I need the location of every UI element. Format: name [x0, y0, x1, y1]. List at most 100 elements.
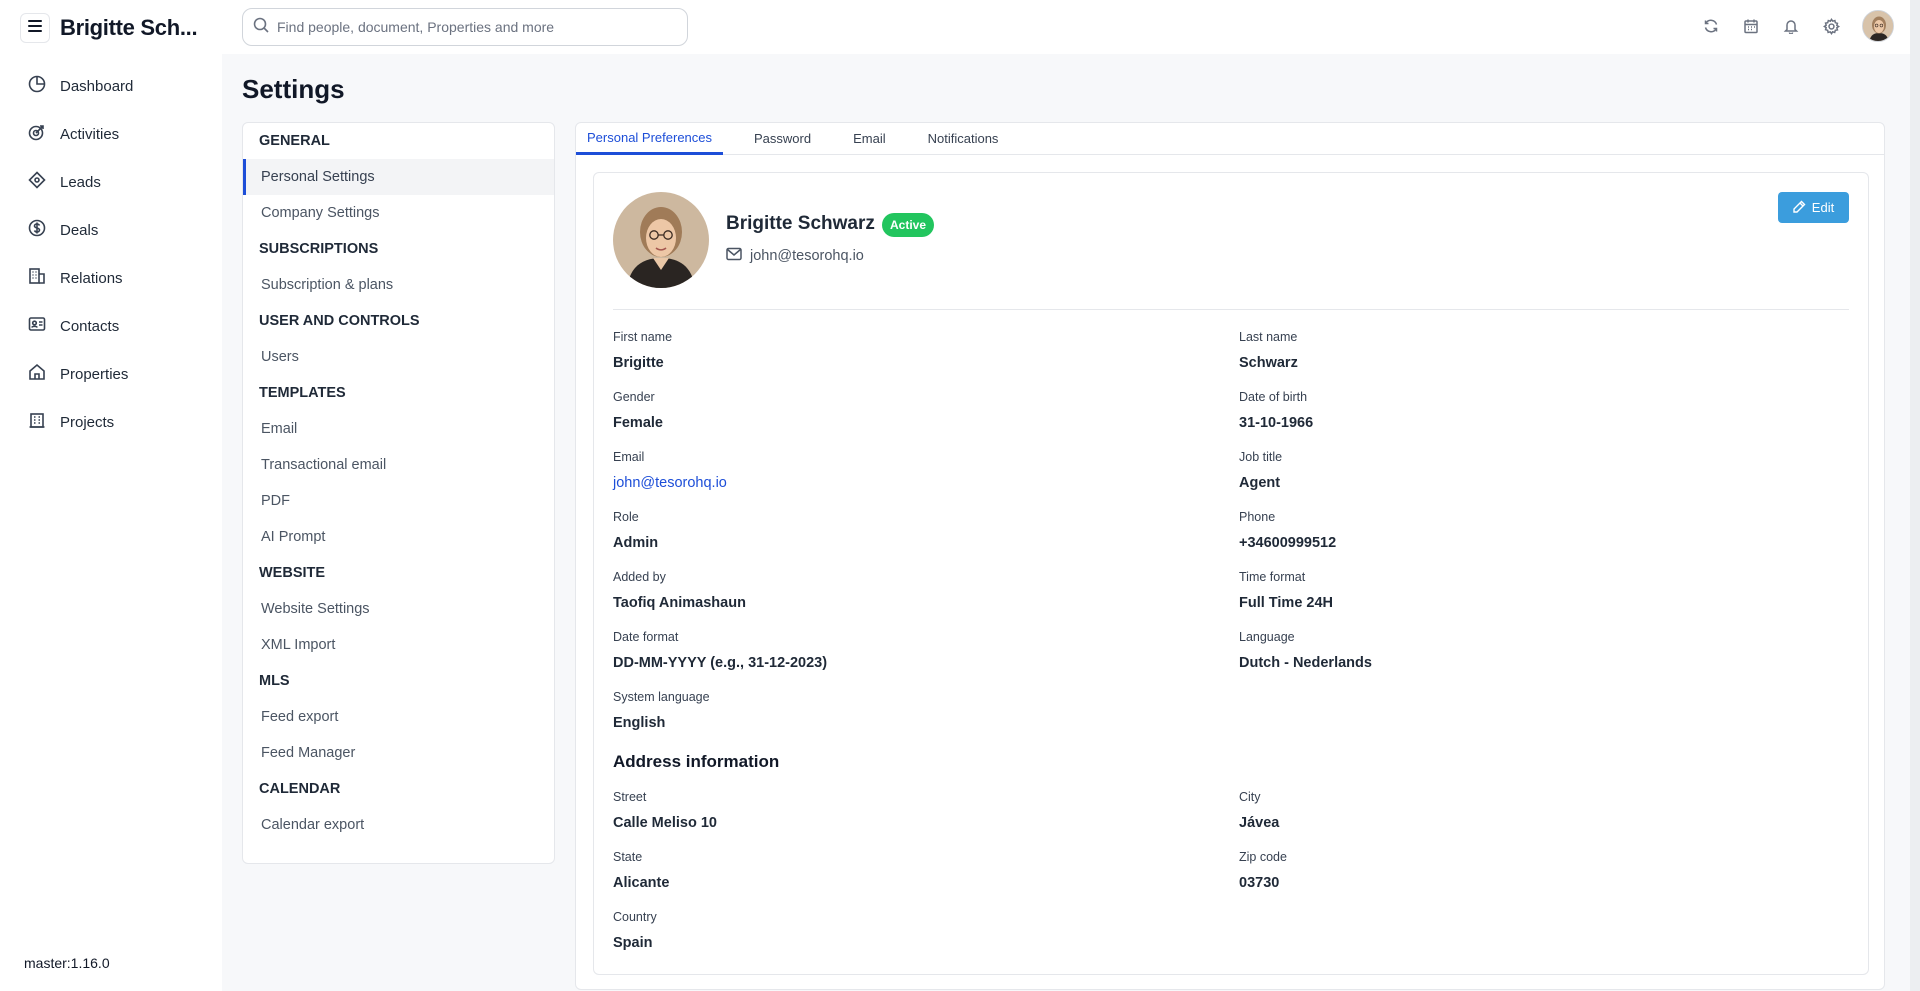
settings-item-email[interactable]: Email	[243, 411, 554, 447]
field-label: City	[1239, 790, 1261, 804]
settings-item-ai-prompt[interactable]: AI Prompt	[243, 519, 554, 555]
settings-item-calendar-export[interactable]: Calendar export	[243, 807, 554, 843]
nav-item-deals[interactable]: Deals	[28, 206, 208, 254]
nav-label: Activities	[60, 125, 120, 143]
tab-personal-preferences[interactable]: Personal Preferences	[576, 123, 724, 155]
main-nav: Dashboard Activities Leads Deals Relatio…	[28, 62, 208, 446]
settings-item-personal-settings[interactable]: Personal Settings	[243, 159, 554, 195]
field-value: Calle Meliso 10	[613, 815, 717, 831]
field-label: Time format	[1239, 570, 1306, 584]
nav-label: Deals	[60, 221, 99, 239]
nav-label: Leads	[60, 173, 101, 191]
field-label: Email	[613, 450, 645, 464]
profile-email-text: john@tesorohq.io	[750, 248, 864, 264]
projects-icon	[28, 411, 46, 433]
status-badge: Active	[882, 213, 935, 237]
field-label: System language	[613, 690, 710, 704]
email-link[interactable]: john@tesorohq.io	[613, 475, 727, 491]
relations-icon	[28, 267, 46, 289]
field-value: Taofiq Animashaun	[613, 595, 746, 611]
user-avatar[interactable]	[1862, 10, 1894, 42]
field-value: Full Time 24H	[1239, 595, 1334, 611]
search-input[interactable]	[277, 19, 677, 35]
settings-section-calendar: CALENDAR	[259, 781, 341, 797]
menu-toggle-button[interactable]	[20, 13, 50, 43]
tab-email[interactable]: Email	[842, 123, 897, 154]
brand-name: Brigitte Sch...	[60, 15, 198, 40]
settings-item-feed-manager[interactable]: Feed Manager	[243, 735, 554, 771]
field-label: Phone	[1239, 510, 1276, 524]
nav-item-projects[interactable]: Projects	[28, 398, 208, 446]
field-time-format: Time format Full Time 24H	[1239, 570, 1333, 611]
nav-item-contacts[interactable]: Contacts	[28, 302, 208, 350]
field-zip-code: Zip code 03730	[1239, 850, 1287, 891]
nav-item-properties[interactable]: Properties	[28, 350, 208, 398]
field-first-name: First name Brigitte	[613, 330, 672, 371]
settings-section-user-controls: USER AND CONTROLS	[259, 313, 420, 329]
settings-menu: GENERAL Personal Settings Company Settin…	[242, 122, 555, 864]
field-value: Jávea	[1239, 815, 1280, 831]
settings-tabs: Personal Preferences Password Email Noti…	[576, 123, 1884, 155]
settings-item-company-settings[interactable]: Company Settings	[243, 195, 554, 231]
settings-item-subscription-plans[interactable]: Subscription & plans	[243, 267, 554, 303]
nav-item-leads[interactable]: Leads	[28, 158, 208, 206]
field-label: Zip code	[1239, 850, 1287, 864]
field-label: Gender	[613, 390, 655, 404]
activities-icon	[28, 123, 46, 145]
field-value: Spain	[613, 935, 653, 951]
tab-password[interactable]: Password	[743, 123, 822, 154]
edit-button[interactable]: Edit	[1778, 192, 1849, 223]
field-value: DD-MM-YYYY (e.g., 31-12-2023)	[613, 655, 828, 671]
field-value: Schwarz	[1239, 355, 1298, 371]
sync-icon[interactable]	[1702, 17, 1720, 35]
field-system-language: System language English	[613, 690, 710, 731]
mail-icon	[726, 247, 742, 265]
calendar-icon[interactable]	[1742, 17, 1760, 35]
nav-label: Projects	[60, 413, 115, 431]
settings-content: Personal Preferences Password Email Noti…	[575, 122, 1885, 990]
version-label: master:1.16.0	[24, 955, 110, 971]
profile-name: Brigitte Schwarz	[726, 213, 875, 234]
field-label: Date of birth	[1239, 390, 1308, 404]
settings-item-transactional-email[interactable]: Transactional email	[243, 447, 554, 483]
field-label: Job title	[1239, 450, 1283, 464]
search-icon	[253, 17, 269, 38]
settings-item-website-settings[interactable]: Website Settings	[243, 591, 554, 627]
settings-item-xml-import[interactable]: XML Import	[243, 627, 554, 663]
sidebar: Brigitte Sch... Dashboard Activities Lea…	[0, 0, 222, 991]
field-label: Added by	[613, 570, 666, 584]
profile-email: john@tesorohq.io	[726, 247, 864, 265]
nav-label: Relations	[60, 269, 123, 287]
settings-item-users[interactable]: Users	[243, 339, 554, 375]
field-city: City Jávea	[1239, 790, 1279, 831]
hamburger-icon	[28, 19, 42, 37]
gear-icon[interactable]	[1822, 17, 1840, 35]
field-value: 31-10-1966	[1239, 415, 1314, 431]
field-job-title: Job title Agent	[1239, 450, 1282, 491]
nav-label: Contacts	[60, 317, 120, 335]
properties-icon	[28, 363, 46, 385]
top-actions	[1702, 10, 1894, 42]
field-country: Country Spain	[613, 910, 657, 951]
search-box[interactable]	[242, 8, 688, 46]
field-gender: Gender Female	[613, 390, 663, 431]
nav-item-relations[interactable]: Relations	[28, 254, 208, 302]
field-value: 03730	[1239, 875, 1280, 891]
address-section-title: Address information	[613, 752, 780, 771]
deals-icon	[28, 219, 46, 241]
settings-section-general: GENERAL	[259, 133, 330, 149]
page-scrollbar[interactable]	[1910, 0, 1920, 991]
tab-notifications[interactable]: Notifications	[917, 123, 1010, 154]
settings-item-feed-export[interactable]: Feed export	[243, 699, 554, 735]
bell-icon[interactable]	[1782, 17, 1800, 35]
settings-section-website: WEBSITE	[259, 565, 326, 581]
field-last-name: Last name Schwarz	[1239, 330, 1298, 371]
field-date-of-birth: Date of birth 31-10-1966	[1239, 390, 1313, 431]
field-email: Email john@tesorohq.io	[613, 450, 727, 491]
field-street: Street Calle Meliso 10	[613, 790, 717, 831]
nav-item-activities[interactable]: Activities	[28, 110, 208, 158]
field-date-format: Date format DD-MM-YYYY (e.g., 31-12-2023…	[613, 630, 827, 671]
nav-item-dashboard[interactable]: Dashboard	[28, 62, 208, 110]
settings-item-pdf[interactable]: PDF	[243, 483, 554, 519]
field-value: Dutch - Nederlands	[1239, 655, 1372, 671]
